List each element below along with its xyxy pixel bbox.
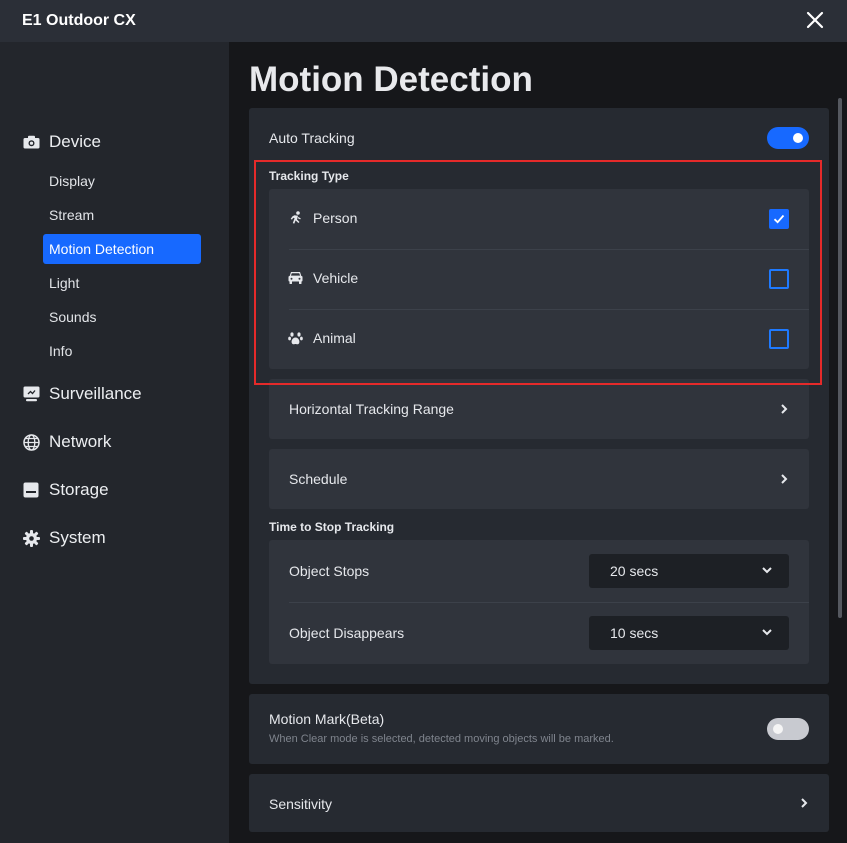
sidebar-item-motion-detection[interactable]: Motion Detection: [43, 234, 201, 264]
object-stops-select[interactable]: 20 secs: [589, 554, 789, 588]
sidebar-item-stream[interactable]: Stream: [43, 200, 201, 230]
sidebar-group-storage[interactable]: Storage: [22, 478, 109, 502]
sidebar-group-label: Storage: [49, 480, 109, 499]
sidebar-item-info[interactable]: Info: [43, 336, 201, 366]
option-person-label: Person: [313, 210, 358, 226]
motion-mark-panel: Motion Mark(Beta) When Clear mode is sel…: [249, 694, 829, 764]
scrollbar[interactable]: [838, 98, 842, 618]
tracking-type-card: Person Vehicle Animal: [269, 189, 809, 369]
sidebar-item-label: Stream: [49, 207, 95, 223]
close-button[interactable]: [801, 6, 829, 34]
auto-tracking-label: Auto Tracking: [269, 130, 355, 146]
page-title: Motion Detection: [249, 60, 533, 99]
object-disappears-value: 10 secs: [610, 625, 659, 641]
divider: [289, 309, 809, 310]
divider: [289, 249, 809, 250]
vehicle-checkbox[interactable]: [769, 269, 789, 289]
sidebar-item-sounds[interactable]: Sounds: [43, 302, 201, 332]
motion-mark-label: Motion Mark(Beta): [269, 711, 385, 727]
title-bar: E1 Outdoor CX: [0, 0, 847, 42]
sidebar-item-label: Light: [49, 275, 80, 291]
globe-icon: [22, 433, 40, 451]
sidebar-group-label: System: [49, 528, 106, 547]
sidebar-group-system[interactable]: System: [22, 526, 106, 550]
person-checkbox[interactable]: [769, 209, 789, 229]
paw-icon: [287, 330, 303, 346]
time-to-stop-card: Object Stops 20 secs Object Disappears 1…: [269, 540, 809, 664]
schedule-label: Schedule: [289, 471, 348, 487]
auto-tracking-toggle[interactable]: [767, 127, 809, 149]
sidebar: Device Display Stream Motion Detection L…: [0, 42, 229, 843]
auto-tracking-panel: Auto Tracking Tracking Type Person Vehic…: [249, 108, 829, 684]
sidebar-group-surveillance[interactable]: Surveillance: [22, 382, 142, 406]
running-person-icon: [287, 210, 303, 226]
main-content: Motion Detection Auto Tracking Tracking …: [229, 42, 847, 843]
window-title: E1 Outdoor CX: [22, 12, 136, 29]
divider: [289, 602, 809, 603]
sidebar-group-label: Network: [49, 432, 112, 451]
time-to-stop-label: Time to Stop Tracking: [269, 520, 395, 534]
camera-icon: [22, 133, 40, 151]
motion-mark-description: When Clear mode is selected, detected mo…: [269, 733, 614, 745]
chevron-down-icon: [762, 567, 772, 574]
sidebar-group-label: Device: [49, 132, 101, 151]
option-animal-label: Animal: [313, 330, 356, 346]
object-disappears-label: Object Disappears: [289, 625, 405, 641]
sensitivity-row[interactable]: Sensitivity: [249, 774, 829, 832]
sidebar-group-device[interactable]: Device: [22, 130, 101, 154]
object-stops-value: 20 secs: [610, 563, 659, 579]
sidebar-item-display[interactable]: Display: [43, 166, 201, 196]
object-stops-label: Object Stops: [289, 563, 370, 579]
toggle-knob: [793, 133, 803, 143]
chevron-right-icon: [781, 474, 788, 484]
horizontal-tracking-range-label: Horizontal Tracking Range: [289, 401, 454, 417]
chevron-down-icon: [762, 629, 772, 636]
toggle-knob: [773, 724, 783, 734]
sidebar-group-network[interactable]: Network: [22, 430, 111, 454]
tracking-type-label: Tracking Type: [269, 169, 349, 183]
sidebar-group-label: Surveillance: [49, 384, 142, 403]
chevron-right-icon: [801, 798, 808, 808]
close-icon: [806, 11, 824, 29]
car-icon: [287, 270, 303, 286]
storage-icon: [22, 481, 40, 499]
chevron-right-icon: [781, 404, 788, 414]
horizontal-tracking-range-row[interactable]: Horizontal Tracking Range: [269, 379, 809, 439]
sidebar-item-light[interactable]: Light: [43, 268, 201, 298]
sidebar-item-label: Sounds: [49, 309, 97, 325]
option-vehicle-label: Vehicle: [313, 270, 359, 286]
schedule-row[interactable]: Schedule: [269, 449, 809, 509]
sidebar-item-label: Info: [49, 343, 73, 359]
object-disappears-select[interactable]: 10 secs: [589, 616, 789, 650]
checkmark-icon: [773, 214, 785, 224]
sidebar-item-label: Display: [49, 173, 95, 189]
monitor-icon: [22, 385, 40, 403]
animal-checkbox[interactable]: [769, 329, 789, 349]
sidebar-item-label: Motion Detection: [49, 241, 155, 257]
gear-icon: [22, 529, 40, 547]
motion-mark-toggle[interactable]: [767, 718, 809, 740]
sensitivity-label: Sensitivity: [269, 796, 333, 812]
